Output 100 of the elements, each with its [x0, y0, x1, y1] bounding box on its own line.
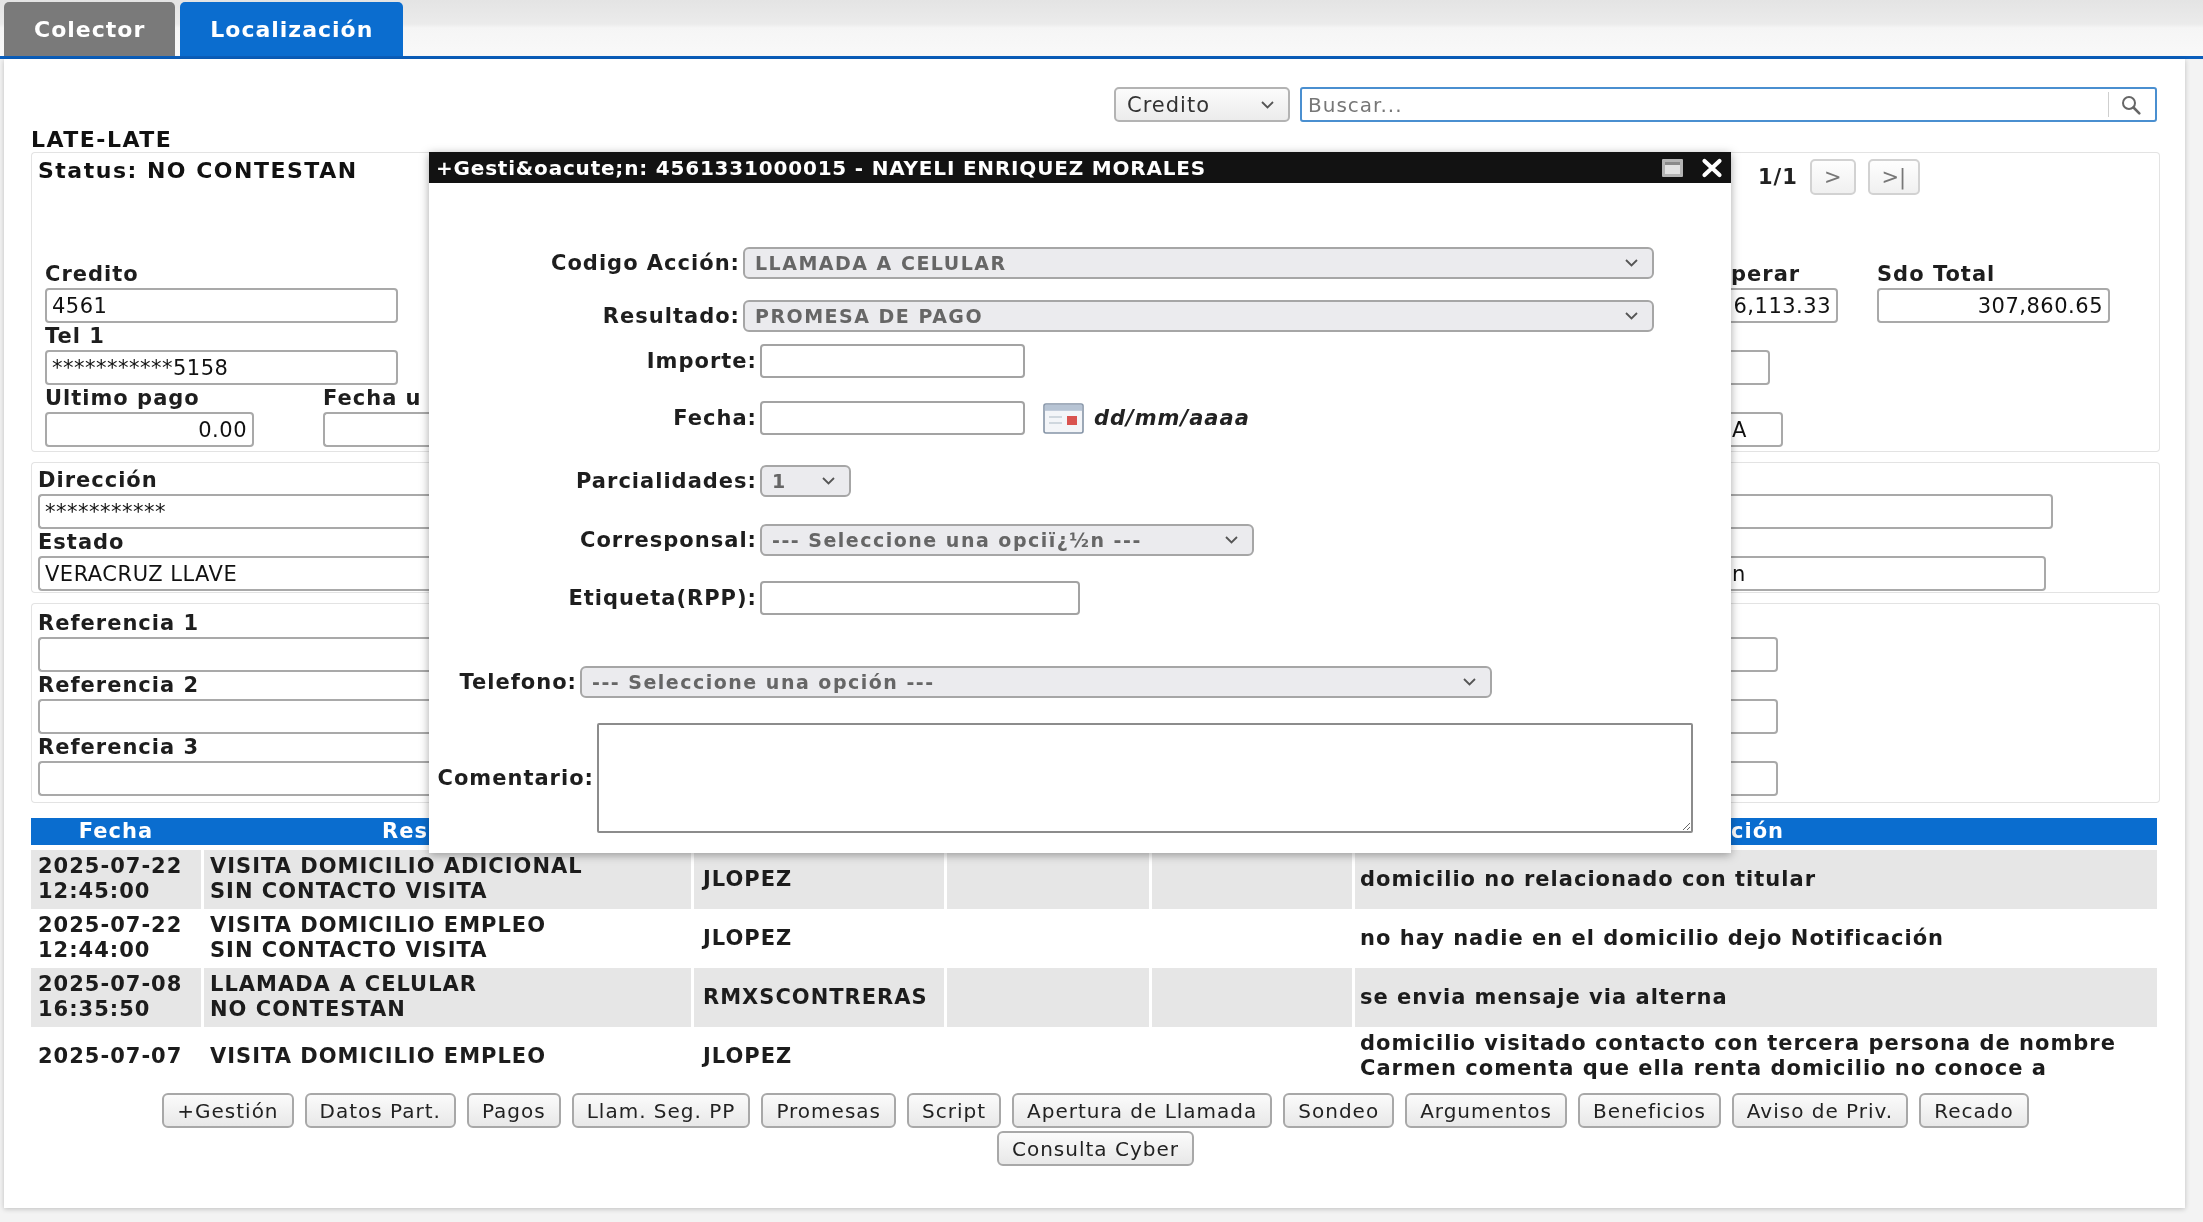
table-cell: RMXSCONTRERAS — [694, 968, 944, 1027]
form-label: Codigo Acción: — [551, 250, 740, 276]
list-title: LATE-LATE — [31, 127, 173, 152]
field-label: Referencia 2 — [38, 673, 200, 698]
field-label: Dirección — [38, 468, 158, 493]
form-label: Etiqueta(RPP): — [568, 585, 757, 611]
text-field[interactable]: A — [1731, 412, 1783, 447]
table-cell-text: JLOPEZ — [700, 1042, 794, 1070]
dropdown[interactable]: LLAMADA A CELULAR — [743, 247, 1654, 279]
input-field[interactable] — [760, 581, 1080, 615]
search-field[interactable]: Buscar... — [1300, 87, 2157, 122]
text-field[interactable]: *********** — [38, 494, 429, 529]
close-icon[interactable] — [1700, 157, 1724, 178]
dropdown[interactable]: 1 — [760, 465, 851, 497]
field-label: Tel 1 — [45, 324, 105, 349]
text-field[interactable] — [1731, 699, 1778, 734]
text-field[interactable] — [38, 699, 429, 734]
field-label: Referencia 3 — [38, 735, 200, 760]
text-field[interactable]: 6,113.33 — [1731, 288, 1838, 323]
calendar-icon[interactable] — [1043, 402, 1084, 434]
chevron-down-icon — [1225, 536, 1238, 544]
column-header[interactable]: ción — [1731, 818, 1785, 845]
next-page-button[interactable]: > — [1809, 159, 1856, 195]
tab[interactable]: Localización — [180, 2, 404, 56]
chevron-down-icon — [1463, 678, 1476, 686]
table-cell-text: JLOPEZ — [700, 924, 794, 952]
text-field[interactable] — [323, 412, 429, 447]
table-cell-text: domicilio visitado contacto con tercera persona de nombre Carmen comenta que ella renta domicilio no conoce a — [1359, 1030, 2117, 1082]
field-label: Sdo Total — [1877, 262, 1996, 287]
text-field[interactable]: 0.00 — [45, 412, 254, 447]
form-label: Resultado: — [602, 303, 740, 329]
comment-field[interactable] — [597, 723, 1693, 833]
date-format-hint: dd/mm/aaaa — [1094, 406, 1250, 430]
date-field[interactable] — [760, 401, 1025, 435]
text-field[interactable]: n — [1731, 556, 2046, 591]
last-page-button[interactable]: >| — [1867, 159, 1921, 195]
action-button[interactable]: Llam. Seg. PP — [571, 1093, 751, 1128]
action-button[interactable]: Apertura de Llamada — [1012, 1093, 1273, 1128]
form-label: Importe: — [646, 348, 757, 374]
text-field[interactable]: 4561 — [45, 288, 398, 323]
field-label: Referencia 1 — [38, 611, 200, 636]
field-label: perar — [1731, 262, 1801, 287]
field-label: Ultimo pago — [45, 386, 200, 411]
input-field[interactable] — [760, 344, 1025, 378]
table-cell: se envia mensaje via alterna — [1355, 968, 2157, 1027]
column-header[interactable]: Res — [382, 818, 428, 845]
table-cell: domicilio no relacionado con titular — [1355, 850, 2157, 909]
text-field[interactable] — [1731, 637, 1778, 672]
table-cell-text: 2025-07-22 12:44:00 — [37, 912, 184, 964]
action-button[interactable]: Datos Part. — [304, 1093, 456, 1128]
form-label: Fecha: — [673, 405, 757, 431]
table-cell-text: VISITA DOMICILIO EMPLEO — [209, 1042, 548, 1070]
table-cell: LLAMADA A CELULAR NO CONTESTAN — [204, 968, 691, 1027]
text-field[interactable] — [38, 637, 429, 672]
form-label: Comentario: — [437, 765, 594, 791]
column-header[interactable]: Fecha — [78, 818, 154, 845]
action-button[interactable]: Argumentos — [1405, 1093, 1567, 1128]
dropdown[interactable]: PROMESA DE PAGO — [743, 300, 1654, 332]
action-button[interactable]: Recado — [1919, 1093, 2029, 1128]
chevron-down-icon — [1625, 312, 1638, 320]
action-button[interactable]: Pagos — [466, 1093, 561, 1128]
table-cell: 2025-07-08 16:35:50 — [31, 968, 201, 1027]
filter-dropdown[interactable]: Credito — [1114, 87, 1290, 122]
field-label: Fecha u — [323, 386, 422, 411]
chevron-down-icon — [1625, 259, 1638, 267]
dropdown[interactable]: --- Seleccione una opción --- — [580, 666, 1492, 698]
dialog-title: +Gesti&oacute;n: 4561331000015 - NAYELI ENRIQUEZ MORALES — [436, 155, 1206, 180]
chevron-down-icon — [1261, 100, 1274, 109]
text-field[interactable]: 307,860.65 — [1877, 288, 2110, 323]
page-indicator: 1/1 — [1758, 165, 1798, 189]
table-cell-text: 2025-07-07 — [37, 1042, 184, 1070]
action-button[interactable]: Beneficios — [1578, 1093, 1721, 1128]
table-cell: VISITA DOMICILIO ADICIONAL SIN CONTACTO VISITA — [204, 850, 691, 909]
action-button[interactable]: Promesas — [761, 1093, 896, 1128]
search-icon[interactable] — [2121, 94, 2141, 115]
action-button[interactable]: +Gestión — [162, 1093, 294, 1128]
table-cell-text: VISITA DOMICILIO EMPLEO SIN CONTACTO VISITA — [209, 912, 548, 964]
status-text: Status: NO CONTESTAN — [38, 159, 358, 183]
text-field[interactable] — [38, 761, 429, 796]
field-label: Estado — [38, 530, 125, 555]
text-field[interactable]: ***********5158 — [45, 350, 398, 385]
text-field[interactable]: VERACRUZ LLAVE — [38, 556, 429, 591]
action-button[interactable]: Aviso de Priv. — [1731, 1093, 1909, 1128]
action-button[interactable]: Script — [907, 1093, 1001, 1128]
form-label: Corresponsal: — [580, 527, 757, 553]
dropdown[interactable]: --- Seleccione una opciï¿½n --- — [760, 524, 1254, 556]
table-cell: 2025-07-22 12:45:00 — [31, 850, 201, 909]
table-cell: JLOPEZ — [694, 850, 944, 909]
action-button[interactable]: Sondeo — [1283, 1093, 1395, 1128]
action-button[interactable]: Consulta Cyber — [997, 1131, 1194, 1166]
text-field[interactable] — [1731, 761, 1778, 796]
chevron-down-icon — [822, 477, 835, 485]
tab[interactable]: Colector — [4, 2, 176, 56]
form-label: Telefono: — [459, 669, 577, 695]
window-icon[interactable] — [1662, 158, 1683, 177]
field-label: Credito — [45, 262, 139, 287]
table-cell-text: no hay nadie en el domicilio dejo Notificación — [1359, 924, 1946, 952]
form-label: Parcialidades: — [576, 468, 757, 494]
text-field[interactable] — [1731, 494, 2053, 529]
text-field[interactable] — [1731, 350, 1770, 385]
